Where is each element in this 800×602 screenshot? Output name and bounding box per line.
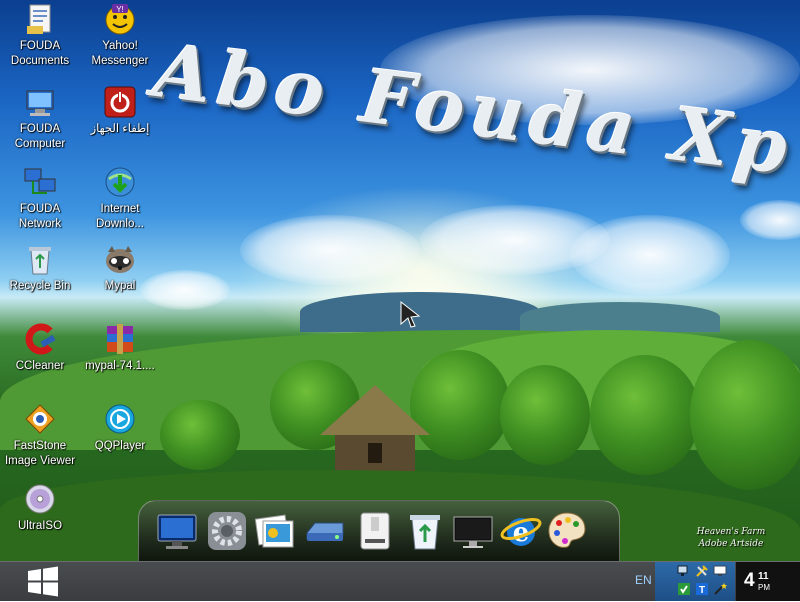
dock-bar: e	[138, 500, 620, 563]
desktop-icon-label: Internet Downlo...	[96, 203, 144, 230]
desktop-icon-fouda-network[interactable]: FOUDA Network	[1, 165, 79, 232]
desktop-icon-ccleaner[interactable]: CCleaner	[1, 322, 79, 374]
credit-line-2: Adobe Artside	[698, 539, 764, 549]
ultraiso-disc-icon	[23, 482, 57, 516]
desktop-icon-label: CCleaner	[15, 360, 65, 372]
clock-ampm: PM	[758, 583, 770, 592]
taskbar-clock[interactable]: 4 11 PM	[736, 562, 800, 601]
desktop-icon-ultraiso[interactable]: UltraISO	[1, 482, 79, 534]
tray-security-icon[interactable]	[677, 582, 691, 596]
desktop-icon-label: FOUDA Documents	[10, 40, 70, 67]
dock-item-monitor[interactable]	[155, 509, 199, 553]
recycle-bin-icon	[23, 242, 57, 276]
svg-text:T: T	[699, 585, 705, 596]
desktop-icon-fouda-computer[interactable]: FOUDA Computer	[1, 85, 79, 152]
desktop-icon-label: FOUDA Network	[18, 203, 62, 230]
documents-icon	[23, 2, 57, 36]
desktop-icon-internet-download-manager[interactable]: Internet Downlo...	[81, 165, 159, 232]
tray-tools-icon[interactable]	[695, 564, 709, 578]
mouse-cursor-icon	[400, 300, 421, 328]
display-icon	[453, 516, 493, 548]
svg-text:Y!: Y!	[116, 5, 124, 14]
desktop-icon-label: FastStone Image Viewer	[4, 440, 76, 467]
dock-item-display[interactable]	[451, 509, 495, 553]
desktop-icon-shutdown[interactable]: إطفاء الجهاز	[81, 85, 159, 137]
tray-magic-wand-icon[interactable]	[713, 582, 727, 596]
desktop-icon-label: Mypal	[104, 280, 136, 292]
clock-hour: 4	[744, 570, 755, 591]
internet-download-manager-icon	[103, 165, 137, 199]
hard-drive-icon	[306, 522, 344, 541]
shutdown-icon	[103, 85, 137, 119]
desktop-icon-yahoo-messenger[interactable]: Y! Yahoo! Messenger	[81, 2, 159, 69]
tray-network-icon[interactable]	[677, 564, 691, 578]
credit-line-1: Heaven's Farm	[696, 527, 766, 537]
desktop-icon-qqplayer[interactable]: QQPlayer	[81, 402, 159, 454]
wallpaper-credit: Heaven's Farm Adobe Artside	[676, 526, 786, 550]
desktop-icon-recycle-bin[interactable]: Recycle Bin	[1, 242, 79, 294]
dock-item-removable-drive[interactable]	[353, 509, 397, 553]
ccleaner-icon	[23, 322, 57, 356]
system-tray: T	[655, 562, 735, 601]
monitor-icon	[157, 514, 197, 549]
desktop-icon-label: mypal-74.1....	[85, 360, 155, 372]
qqplayer-icon	[103, 402, 137, 436]
wooden-cabin	[320, 385, 430, 480]
winrar-archive-icon	[103, 322, 137, 356]
start-button[interactable]	[24, 566, 62, 597]
dock-item-paint[interactable]	[545, 509, 589, 553]
mypal-icon	[103, 242, 137, 276]
desktop-icon-label: UltraISO	[17, 520, 63, 532]
recycle-bin-dock-icon	[410, 515, 440, 550]
taskbar: EN T 4 11 PM	[0, 561, 800, 601]
windows-logo-icon	[28, 566, 58, 597]
desktop-icon-label: FOUDA Computer	[14, 123, 66, 150]
dock-item-settings[interactable]	[205, 509, 249, 553]
dock-item-internet-explorer[interactable]: e	[499, 509, 543, 553]
desktop-icon-label: QQPlayer	[94, 440, 146, 452]
computer-icon	[23, 85, 57, 119]
clock-minute: 11	[758, 571, 769, 582]
paint-palette-icon	[548, 512, 586, 548]
network-icon	[23, 165, 57, 199]
desktop-icon-faststone[interactable]: FastStone Image Viewer	[1, 402, 79, 469]
desktop-icon-mypal-archive[interactable]: mypal-74.1....	[81, 322, 159, 374]
faststone-icon	[23, 402, 57, 436]
desktop-icon-label: Yahoo! Messenger	[91, 40, 149, 67]
yahoo-messenger-icon: Y!	[103, 2, 137, 36]
tray-display-icon[interactable]	[713, 564, 727, 578]
desktop-icon-fouda-documents[interactable]: FOUDA Documents	[1, 2, 79, 69]
dock-item-photo-gallery[interactable]	[253, 509, 297, 553]
dock-item-hard-drive[interactable]	[303, 509, 347, 553]
desktop-icon-label: Recycle Bin	[9, 280, 71, 292]
settings-gear-icon	[208, 512, 246, 550]
dock-item-recycle-bin[interactable]	[403, 509, 447, 553]
internet-explorer-icon: e	[500, 518, 542, 548]
language-indicator[interactable]: EN	[635, 573, 652, 587]
desktop-icon-mypal[interactable]: Mypal	[81, 242, 159, 294]
tray-app-icon[interactable]: T	[695, 582, 709, 596]
desktop-icon-label: إطفاء الجهاز	[90, 123, 150, 135]
photo-gallery-icon	[254, 514, 294, 548]
removable-drive-icon	[360, 512, 390, 550]
